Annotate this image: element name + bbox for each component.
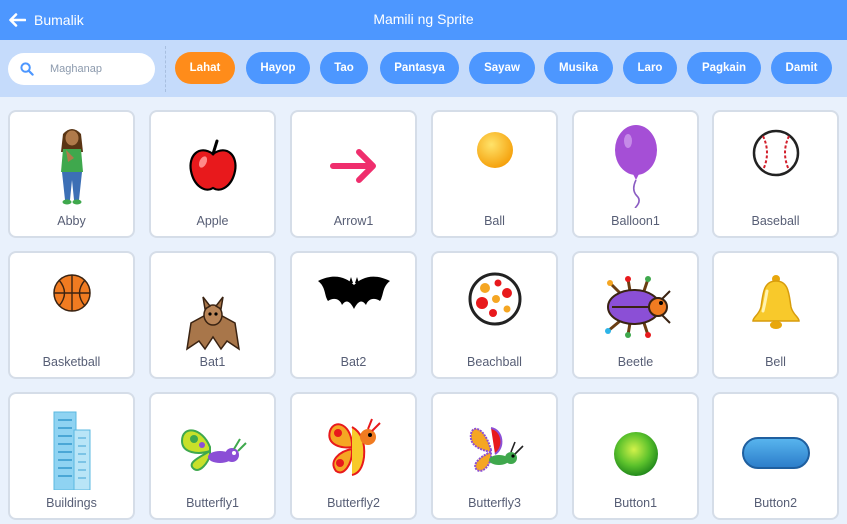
sprite-grid: Abby Apple Arrow1 Ball Balloon1 Baseball… xyxy=(0,97,847,524)
arrow-icon xyxy=(329,149,376,183)
sprite-name: Beachball xyxy=(467,355,522,369)
sprite-card-beachball[interactable]: Beachball xyxy=(431,251,558,379)
sprite-name: Balloon1 xyxy=(611,214,660,228)
sprite-card-button2[interactable]: Button2 xyxy=(712,392,839,520)
tag-lahat[interactable]: Lahat xyxy=(175,52,235,84)
page-title: Mamili ng Sprite xyxy=(373,11,474,27)
sprite-card-butterfly2[interactable]: Butterfly2 xyxy=(290,392,417,520)
sprite-card-ball[interactable]: Ball xyxy=(431,110,558,238)
bat1-icon xyxy=(185,296,240,351)
bat2-icon xyxy=(317,276,390,309)
ball-icon xyxy=(476,132,513,168)
sprite-name: Basketball xyxy=(42,355,101,369)
sprite-name: Butterfly3 xyxy=(468,496,521,510)
sprite-name: Apple xyxy=(196,214,229,228)
tag-musika[interactable]: Musika xyxy=(544,52,613,84)
tag-tao[interactable]: Tao xyxy=(320,52,368,84)
sprite-name: Ball xyxy=(484,214,505,228)
sprite-name: Baseball xyxy=(751,214,800,228)
baseball-icon xyxy=(752,129,799,177)
beetle-icon xyxy=(604,276,671,338)
divider xyxy=(165,46,166,92)
sprite-name: Bat1 xyxy=(199,355,226,369)
buildings-icon xyxy=(53,411,90,490)
sprite-name: Butterfly2 xyxy=(327,496,380,510)
sprite-name: Arrow1 xyxy=(333,214,374,228)
sprite-name: Button2 xyxy=(753,496,798,510)
sprite-card-apple[interactable]: Apple xyxy=(149,110,276,238)
sprite-name: Butterfly1 xyxy=(186,496,239,510)
tag-damit[interactable]: Damit xyxy=(771,52,832,84)
sprite-card-button1[interactable]: Button1 xyxy=(572,392,699,520)
filter-bar: Lahat Hayop Tao Pantasya Sayaw Musika La… xyxy=(0,40,847,97)
sprite-card-butterfly3[interactable]: Butterfly3 xyxy=(431,392,558,520)
balloon-icon xyxy=(614,125,657,208)
tag-pantasya[interactable]: Pantasya xyxy=(380,52,459,84)
sprite-card-beetle[interactable]: Beetle xyxy=(572,251,699,379)
sprite-card-abby[interactable]: Abby xyxy=(8,110,135,238)
search-icon xyxy=(20,62,34,76)
sprite-card-bat2[interactable]: Bat2 xyxy=(290,251,417,379)
tag-pagkain[interactable]: Pagkain xyxy=(687,52,761,84)
abby-icon xyxy=(60,129,83,205)
button2-icon xyxy=(741,437,810,469)
sprite-card-buildings[interactable]: Buildings xyxy=(8,392,135,520)
tag-laro[interactable]: Laro xyxy=(623,52,677,84)
apple-icon xyxy=(188,139,237,191)
butterfly3-icon xyxy=(469,427,524,472)
sprite-card-basketball[interactable]: Basketball xyxy=(8,251,135,379)
search-box[interactable] xyxy=(8,53,155,85)
butterfly1-icon xyxy=(180,429,247,471)
sprite-name: Button1 xyxy=(613,496,658,510)
sprite-card-bat1[interactable]: Bat1 xyxy=(149,251,276,379)
bell-icon xyxy=(751,275,800,329)
sprite-name: Abby xyxy=(57,214,86,228)
sprite-name: Beetle xyxy=(617,355,654,369)
sprite-card-bell[interactable]: Bell xyxy=(712,251,839,379)
search-input[interactable] xyxy=(50,63,150,75)
sprite-name: Bell xyxy=(765,355,786,369)
top-bar: Bumalik Mamili ng Sprite xyxy=(0,0,847,40)
button1-icon xyxy=(613,432,658,476)
tag-sayaw[interactable]: Sayaw xyxy=(469,52,535,84)
beachball-icon xyxy=(468,272,521,326)
butterfly2-icon xyxy=(327,418,381,476)
sprite-card-butterfly1[interactable]: Butterfly1 xyxy=(149,392,276,520)
sprite-card-baseball[interactable]: Baseball xyxy=(712,110,839,238)
sprite-name: Buildings xyxy=(46,496,97,510)
basketball-icon xyxy=(52,274,91,312)
tag-hayop[interactable]: Hayop xyxy=(246,52,310,84)
sprite-name: Bat2 xyxy=(340,355,367,369)
sprite-card-balloon1[interactable]: Balloon1 xyxy=(572,110,699,238)
sprite-card-arrow1[interactable]: Arrow1 xyxy=(290,110,417,238)
